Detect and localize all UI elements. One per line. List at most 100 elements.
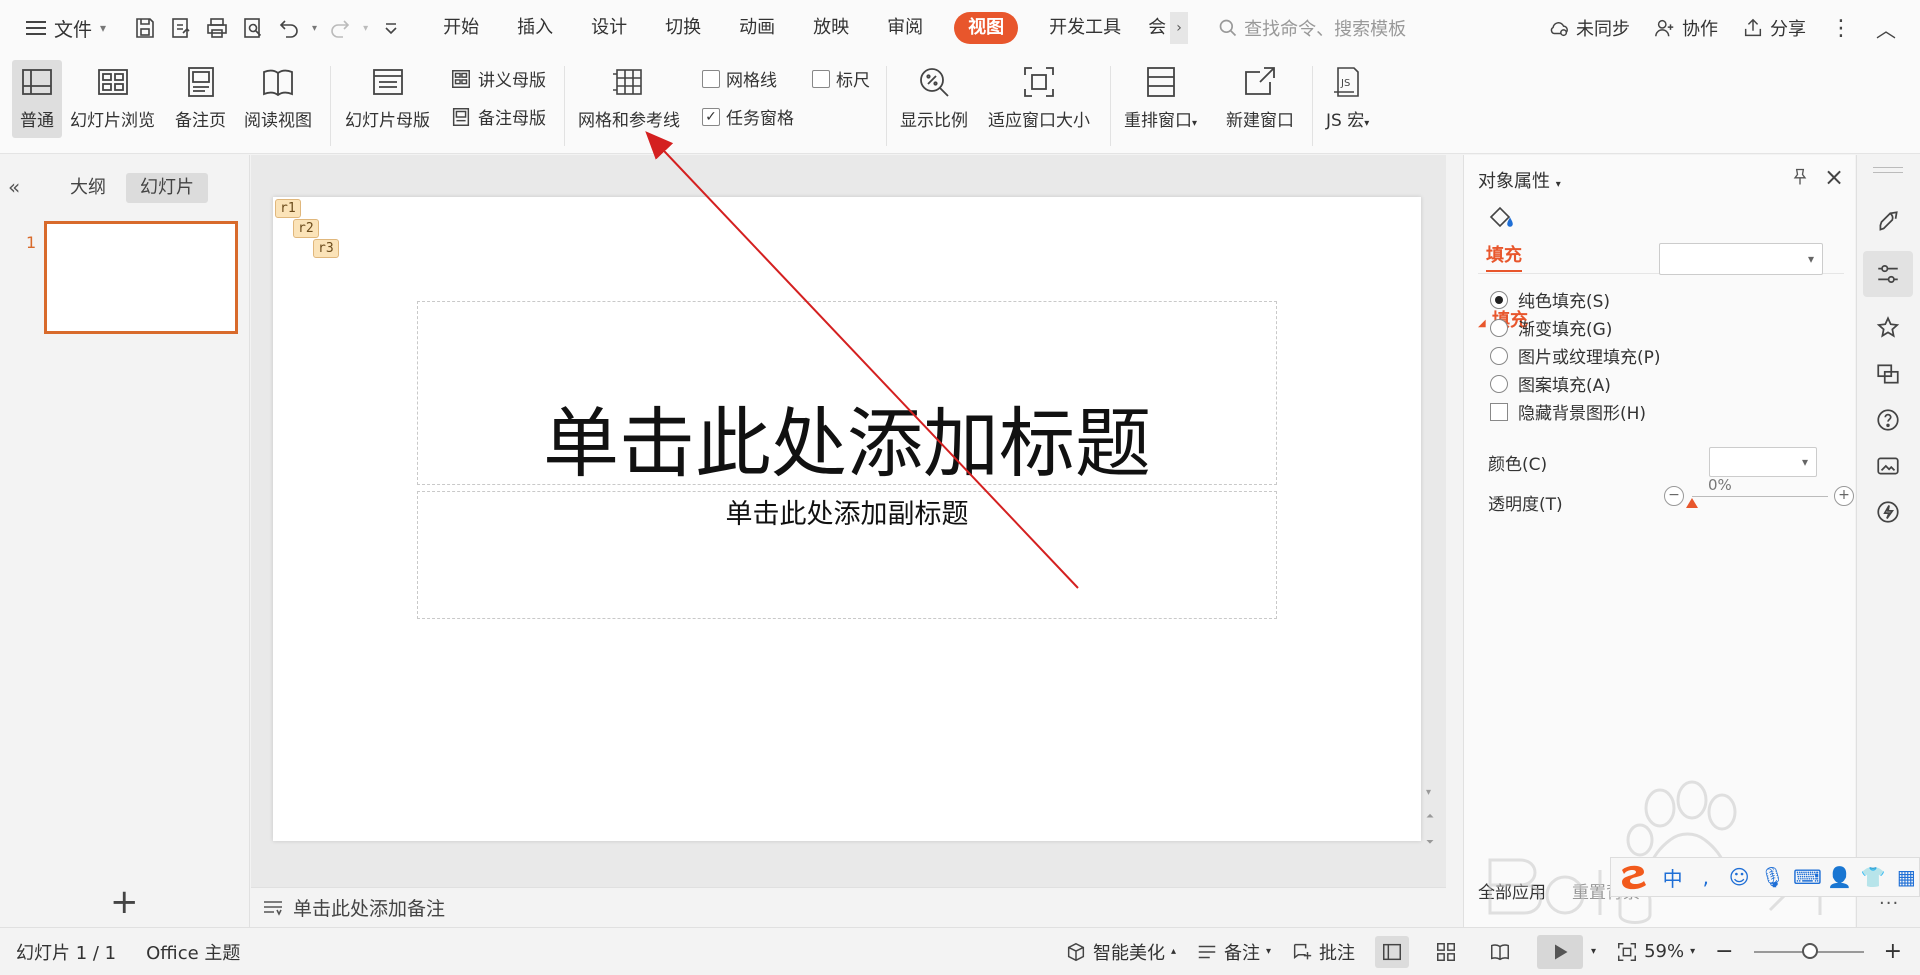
revision-tag[interactable]: r2 bbox=[293, 219, 319, 238]
skin-icon[interactable]: 👕 bbox=[1860, 865, 1886, 889]
fit-window-button[interactable]: 适应窗口大小 bbox=[988, 62, 1090, 131]
ruler-checkbox[interactable]: 标尺 bbox=[812, 66, 870, 91]
hide-background-checkbox[interactable]: 隐藏背景图形(H) bbox=[1490, 399, 1646, 424]
tab-design[interactable]: 设计 bbox=[572, 12, 646, 44]
subtitle-placeholder[interactable]: 单击此处添加副标题 bbox=[417, 491, 1277, 619]
transition-icon[interactable] bbox=[1873, 359, 1903, 389]
zoom-button[interactable]: 显示比例 bbox=[900, 62, 968, 131]
editor-scrollbar[interactable]: ▾ ⏶ ⏷ bbox=[1424, 155, 1438, 887]
arrange-window-button[interactable]: 重排窗口▾ bbox=[1124, 62, 1197, 131]
gridlines-checkbox[interactable]: 网格线 bbox=[702, 66, 777, 91]
share-button[interactable]: 分享 bbox=[1742, 15, 1806, 41]
play-slideshow-button[interactable] bbox=[1537, 934, 1584, 969]
notes-toggle-button[interactable]: 备注 ▾ bbox=[1196, 939, 1271, 965]
prev-slide-icon[interactable]: ⏶ bbox=[1426, 811, 1434, 822]
task-pane-check[interactable]: ✓ bbox=[702, 107, 720, 126]
add-slide-icon[interactable]: + bbox=[110, 885, 139, 919]
theme-name[interactable]: Office 主题 bbox=[146, 939, 240, 965]
ruler-check[interactable] bbox=[812, 69, 830, 88]
grid-guides-button[interactable]: 网格和参考线 bbox=[578, 62, 680, 131]
grid-view-toggle-icon[interactable] bbox=[1429, 936, 1463, 968]
handout-master-button[interactable]: 讲义母版 bbox=[450, 66, 546, 91]
image-tool-icon[interactable] bbox=[1873, 451, 1903, 481]
normal-view-button[interactable]: 普通 bbox=[12, 60, 62, 138]
scroll-up-icon[interactable]: ▾ bbox=[1426, 787, 1431, 798]
tab-member[interactable]: 会 bbox=[1140, 12, 1170, 44]
slideshow-dropdown-icon[interactable]: ▾ bbox=[1591, 946, 1596, 957]
more-options-icon[interactable]: ⋮ bbox=[1830, 16, 1852, 41]
collapse-panel-icon[interactable]: « bbox=[8, 175, 20, 199]
fill-preset-dropdown[interactable] bbox=[1659, 243, 1823, 275]
zoom-in-icon[interactable]: + bbox=[1884, 939, 1902, 964]
slide-canvas[interactable]: r1 r2 r3 单击此处添加标题 单击此处添加副标题 bbox=[273, 197, 1421, 841]
collapse-ribbon-icon[interactable]: ︿ bbox=[1876, 14, 1896, 43]
notes-master-button[interactable]: 备注母版 bbox=[450, 104, 546, 129]
js-macro-button[interactable]: JS JS 宏▾ bbox=[1326, 62, 1369, 131]
zoom-slider-thumb[interactable] bbox=[1801, 942, 1818, 959]
tab-view[interactable]: 视图 bbox=[954, 12, 1019, 44]
radio-gradient[interactable] bbox=[1490, 318, 1508, 337]
notes-page-button[interactable]: 备注页 bbox=[175, 62, 226, 131]
sogou-logo-icon[interactable] bbox=[1615, 860, 1652, 894]
undo-dropdown-icon[interactable]: ▾ bbox=[312, 23, 317, 34]
tab-insert[interactable]: 插入 bbox=[498, 12, 572, 44]
tab-home[interactable]: 开始 bbox=[424, 12, 498, 44]
fill-option-picture[interactable]: 图片或纹理填充(P) bbox=[1490, 343, 1661, 368]
slide-master-button[interactable]: 幻灯片母版 bbox=[345, 62, 430, 131]
radio-picture[interactable] bbox=[1490, 346, 1508, 365]
paint-bucket-icon[interactable] bbox=[1486, 203, 1516, 233]
task-pane-checkbox[interactable]: ✓ 任务窗格 bbox=[702, 104, 794, 129]
smart-beautify-button[interactable]: 智能美化 ▴ bbox=[1065, 939, 1176, 965]
fill-option-solid[interactable]: 纯色填充(S) bbox=[1490, 287, 1610, 312]
keyboard-icon[interactable]: ⌨ bbox=[1793, 865, 1822, 889]
slide-browse-button[interactable]: 幻灯片浏览 bbox=[70, 62, 155, 131]
normal-view-toggle-icon[interactable] bbox=[1375, 935, 1410, 968]
transparency-track[interactable] bbox=[1692, 496, 1828, 497]
hide-background-check[interactable] bbox=[1490, 402, 1508, 421]
star-pen-icon[interactable] bbox=[1873, 313, 1903, 343]
decrease-icon[interactable]: − bbox=[1664, 486, 1684, 506]
gridlines-check[interactable] bbox=[702, 69, 720, 88]
fill-option-pattern[interactable]: 图案填充(A) bbox=[1490, 371, 1611, 396]
tab-slideshow[interactable]: 放映 bbox=[794, 12, 868, 44]
next-slide-icon[interactable]: ⏷ bbox=[1426, 837, 1434, 848]
increase-icon[interactable]: + bbox=[1834, 486, 1854, 506]
new-window-button[interactable]: 新建窗口 bbox=[1226, 62, 1294, 131]
reading-view-toggle-icon[interactable] bbox=[1483, 936, 1517, 968]
revision-tag[interactable]: r1 bbox=[275, 199, 301, 218]
punctuation-icon[interactable]: , bbox=[1693, 865, 1718, 889]
redo-dropdown-icon[interactable]: ▾ bbox=[363, 23, 368, 34]
collaborate-button[interactable]: 协作 bbox=[1654, 15, 1718, 41]
comments-button[interactable]: 批注 bbox=[1291, 939, 1355, 965]
properties-sliders-icon[interactable] bbox=[1863, 251, 1913, 297]
radio-solid[interactable] bbox=[1490, 290, 1508, 309]
emoji-icon[interactable]: ☺ bbox=[1727, 865, 1752, 889]
print-icon[interactable] bbox=[204, 15, 230, 41]
slide-thumbnail[interactable] bbox=[44, 221, 238, 334]
reading-view-button[interactable]: 阅读视图 bbox=[244, 62, 312, 131]
customize-qat-icon[interactable] bbox=[378, 15, 404, 41]
print-preview-icon[interactable] bbox=[240, 15, 266, 41]
close-icon[interactable]: × bbox=[1824, 163, 1844, 191]
tabs-scroll-right-icon[interactable]: › bbox=[1170, 12, 1189, 44]
zoom-slider[interactable] bbox=[1753, 942, 1864, 959]
radio-pattern[interactable] bbox=[1490, 374, 1508, 393]
command-search[interactable]: 查找命令、搜索模板 bbox=[1218, 15, 1406, 41]
tab-slides[interactable]: 幻灯片 bbox=[126, 173, 208, 203]
color-dropdown[interactable] bbox=[1709, 447, 1817, 477]
notes-pane[interactable]: 单击此处添加备注 bbox=[251, 887, 1446, 927]
chinese-mode-icon[interactable]: 中 bbox=[1660, 863, 1685, 892]
revision-tag[interactable]: r3 bbox=[313, 239, 339, 258]
user-icon[interactable]: 👤 bbox=[1827, 865, 1852, 889]
rocket-icon[interactable] bbox=[1873, 207, 1903, 237]
apply-all-button[interactable]: 全部应用 bbox=[1478, 878, 1546, 903]
pin-icon[interactable] bbox=[1790, 167, 1810, 187]
tab-developer[interactable]: 开发工具 bbox=[1030, 12, 1140, 44]
help-icon[interactable] bbox=[1873, 405, 1903, 435]
zoom-out-icon[interactable]: − bbox=[1715, 939, 1733, 964]
voice-input-icon[interactable]: 🎙 bbox=[1760, 865, 1785, 889]
toolbox-icon[interactable]: ▦ bbox=[1894, 865, 1919, 889]
export-pdf-icon[interactable] bbox=[168, 15, 194, 41]
tab-fill[interactable]: 填充 bbox=[1486, 241, 1522, 272]
title-placeholder[interactable]: 单击此处添加标题 bbox=[417, 301, 1277, 488]
